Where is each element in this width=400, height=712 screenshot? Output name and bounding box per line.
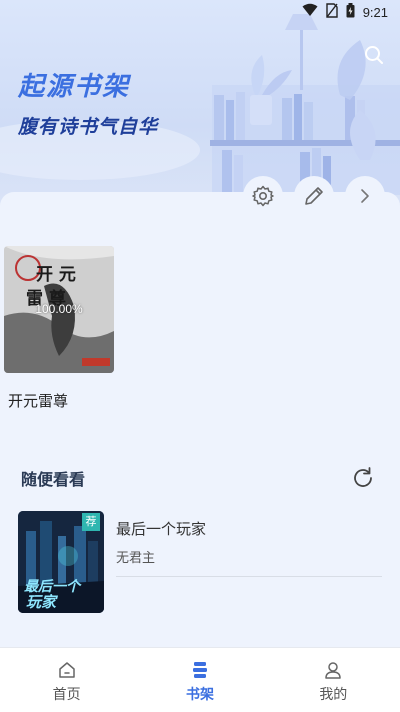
recommend-book-author: 无君主 — [116, 551, 156, 566]
nav-item-profile[interactable]: 我的 — [267, 648, 400, 712]
search-icon — [365, 46, 383, 64]
edit-icon — [305, 187, 323, 205]
battery-icon — [346, 2, 355, 22]
divider — [116, 576, 382, 577]
recommend-book-title[interactable]: 最后一个玩家 — [116, 518, 206, 539]
bookshelf-illustration — [0, 14, 400, 195]
status-bar: 9:21 — [0, 0, 400, 24]
edit-button[interactable] — [294, 176, 334, 216]
recommend-book-cover[interactable]: 最后一个 玩家 荐 — [18, 511, 104, 613]
home-icon — [58, 662, 75, 678]
status-time: 9:21 — [362, 4, 388, 20]
nav-label-bookshelf: 书架 — [185, 687, 214, 703]
svg-text:开 元: 开 元 — [36, 265, 76, 285]
wifi-icon — [302, 3, 318, 21]
nav-label-profile: 我的 — [319, 687, 348, 703]
nav-item-bookshelf[interactable]: 书架 — [133, 648, 266, 712]
settings-button[interactable] — [243, 176, 283, 216]
svg-text:玩家: 玩家 — [26, 593, 59, 611]
refresh-icon — [354, 467, 372, 487]
settings-icon — [252, 185, 274, 207]
bottom-nav: 首页 书架 我的 — [0, 647, 400, 712]
no-sim-icon — [325, 2, 338, 22]
shelf-book-title[interactable]: 开元雷尊 — [8, 390, 68, 411]
bookshelf-screen: 9:21 起源书架 腹有诗书气自华 开 元 雷 尊 100.00% 开元雷尊 随… — [0, 0, 400, 712]
shelf-book[interactable]: 开 元 雷 尊 100.00% — [4, 246, 114, 373]
reading-progress: 100.00% — [35, 302, 83, 316]
page-subtitle: 腹有诗书气自华 — [18, 116, 159, 138]
search-button[interactable] — [362, 43, 386, 67]
book-cover[interactable]: 开 元 雷 尊 100.00% — [4, 246, 114, 373]
header-banner — [0, 0, 400, 210]
refresh-button[interactable] — [350, 465, 376, 491]
bookshelf-icon — [192, 662, 207, 678]
nav-item-home[interactable]: 首页 — [0, 648, 133, 712]
page-title: 起源书架 — [18, 72, 131, 102]
recommend-section-title: 随便看看 — [21, 470, 86, 489]
profile-icon — [325, 662, 342, 679]
more-button[interactable] — [345, 176, 385, 216]
nav-label-home: 首页 — [52, 687, 81, 703]
recommend-badge: 荐 — [82, 513, 100, 531]
chevron-right-icon — [361, 189, 369, 203]
